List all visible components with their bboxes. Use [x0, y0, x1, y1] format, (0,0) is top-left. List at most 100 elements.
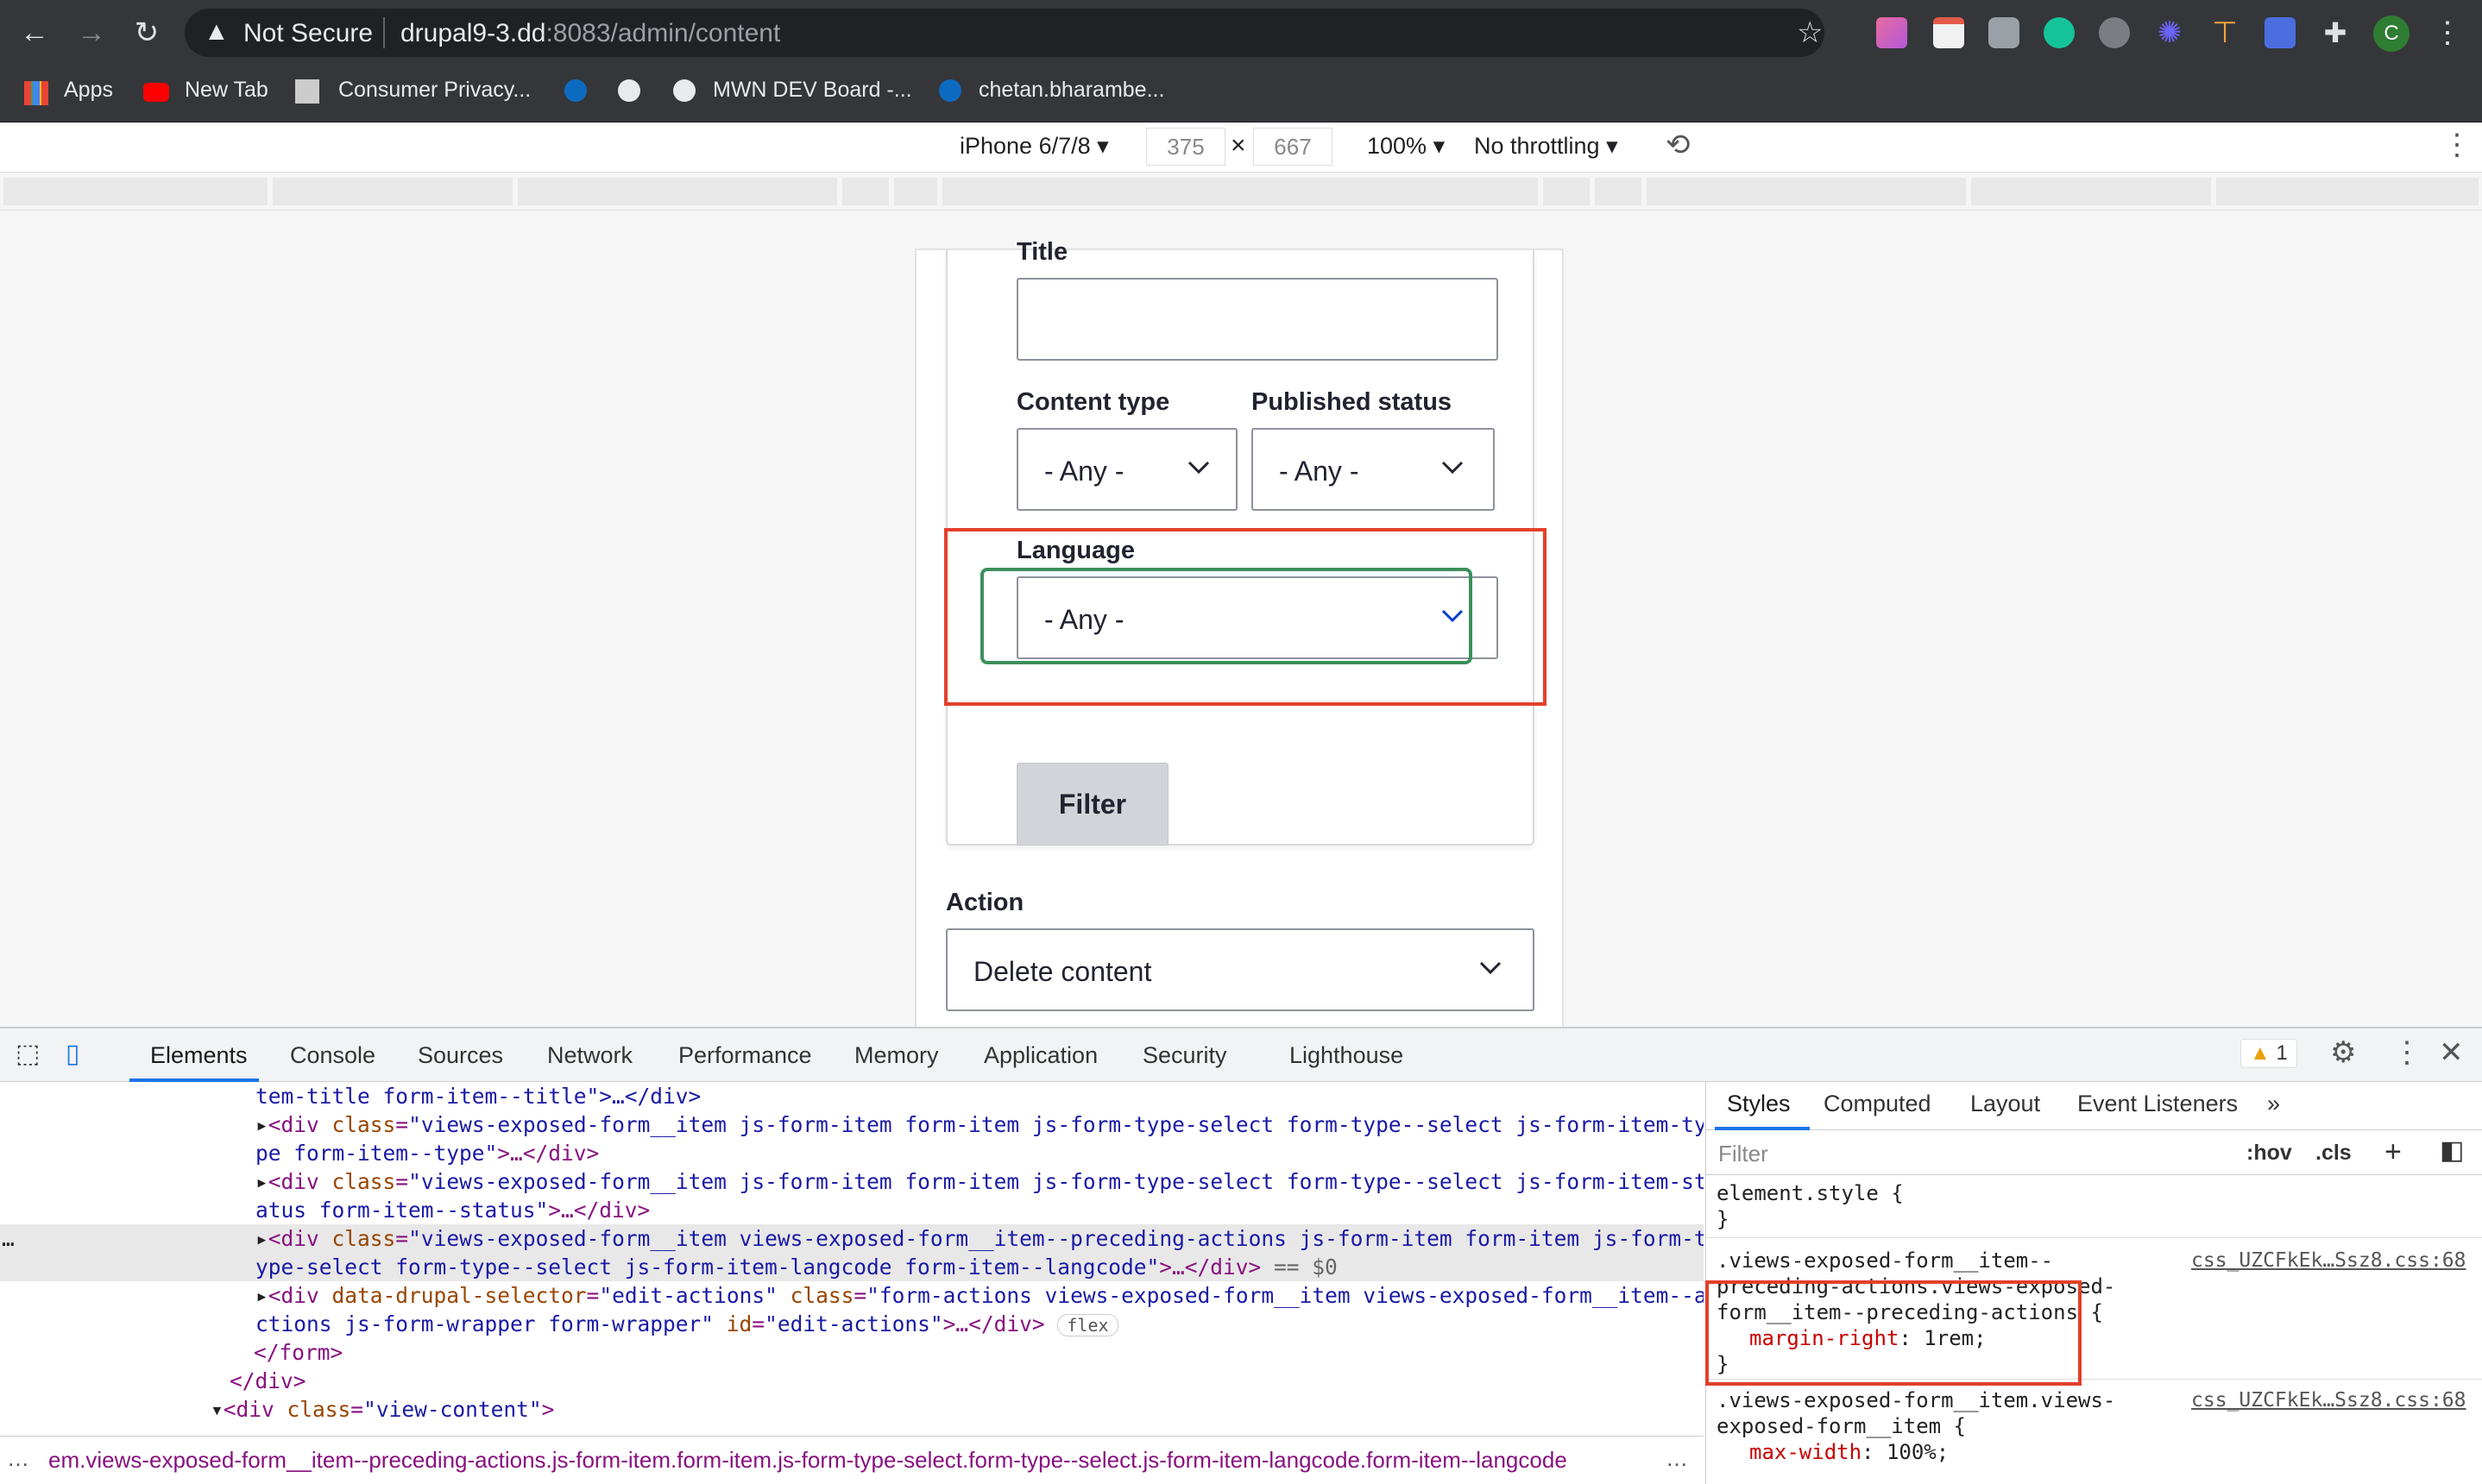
forward-arrow-icon[interactable]: → [71, 12, 112, 53]
bookmark-chetan[interactable]: chetan.bharambe... [979, 78, 1164, 103]
bookmark-mwn-dev-board[interactable]: MWN DEV Board -... [713, 78, 912, 103]
close-icon[interactable]: ✕ [2439, 1035, 2464, 1070]
media-query-segment[interactable] [1971, 178, 2211, 205]
dom-line[interactable]: </form> [0, 1338, 1704, 1367]
warnings-badge[interactable]: ▲ 1 [2240, 1039, 2297, 1068]
tab-computed[interactable]: Computed [1824, 1091, 1931, 1117]
filter-button[interactable]: Filter [1017, 763, 1169, 846]
cls-toggle[interactable]: .cls [2315, 1141, 2352, 1166]
extension-calendar-icon[interactable] [1933, 17, 1964, 48]
tab-memory[interactable]: Memory [854, 1042, 939, 1069]
bookmark-new-tab[interactable]: New Tab [185, 78, 268, 103]
devtools-menu-icon[interactable]: ⋮ [2392, 1035, 2422, 1070]
tab-event-listeners[interactable]: Event Listeners [2077, 1091, 2238, 1117]
expand-arrow-icon[interactable]: ▸ [255, 1112, 268, 1137]
media-query-bar[interactable] [0, 173, 2482, 211]
dom-breadcrumb[interactable]: … em.views-exposed-form__item--preceding… [0, 1436, 1704, 1484]
extension-camera-icon[interactable] [1988, 17, 2019, 48]
bookmark-consumer-privacy[interactable]: Consumer Privacy... [338, 78, 531, 103]
dom-line[interactable]: tem-title form-item--title">…</div> [0, 1082, 1704, 1110]
extension-card-icon[interactable] [2265, 17, 2296, 48]
bookmark-apps[interactable]: Apps [64, 78, 113, 103]
profile-avatar[interactable]: C [2373, 16, 2410, 52]
browser-menu-icon[interactable]: ⋮ [2427, 12, 2468, 53]
device-toggle-icon[interactable]: ▯ [66, 1039, 80, 1069]
media-query-segment[interactable] [273, 178, 513, 205]
drupal-icon[interactable] [564, 79, 587, 102]
device-menu-icon[interactable]: ⋮ [2442, 128, 2472, 162]
expand-arrow-icon[interactable]: ▸ [255, 1226, 268, 1251]
css-declaration[interactable]: max-width: 100%; [1749, 1439, 1949, 1465]
more-tabs-icon[interactable]: » [2267, 1091, 2280, 1117]
hov-toggle[interactable]: :hov [2246, 1141, 2292, 1166]
element-style-open[interactable]: element.style { [1717, 1180, 1904, 1206]
extensions-puzzle-icon[interactable]: ✚ [2320, 17, 2351, 48]
rule-source-link[interactable]: css_UZCFkEk…Ssz8.css:68 [2191, 1249, 2466, 1272]
media-query-segment[interactable] [942, 178, 1538, 205]
address-bar[interactable]: ▲ Not Secure drupal9-3.dd:8083/admin/con… [185, 9, 1824, 57]
tab-console[interactable]: Console [290, 1042, 375, 1069]
sidebar-toggle-icon[interactable]: ◧ [2440, 1135, 2464, 1166]
dom-line[interactable]: ▸<div data-drupal-selector="edit-actions… [0, 1281, 1704, 1310]
dom-line[interactable]: </div> [0, 1367, 1704, 1395]
dom-line[interactable]: ▸<div class="views-exposed-form__item js… [0, 1167, 1704, 1196]
media-query-segment[interactable] [518, 178, 837, 205]
device-height-input[interactable]: 667 [1253, 128, 1332, 166]
extension-hammer-icon[interactable]: ⊤ [2209, 17, 2240, 48]
expand-arrow-icon[interactable]: ▸ [255, 1283, 268, 1308]
rule-selector[interactable]: .views-exposed-form__item-- [1717, 1248, 2053, 1273]
more-dots-icon[interactable]: … [1666, 1445, 1688, 1472]
settings-gear-icon[interactable]: ⚙ [2330, 1035, 2356, 1070]
inspect-element-icon[interactable]: ⬚ [16, 1039, 40, 1069]
device-width-input[interactable]: 375 [1146, 128, 1225, 166]
media-query-segment[interactable] [1543, 178, 1590, 205]
title-input[interactable] [1017, 278, 1498, 361]
back-arrow-icon[interactable]: ← [14, 12, 55, 53]
tab-lighthouse[interactable]: Lighthouse [1289, 1042, 1403, 1069]
extension-gradient-icon[interactable] [1876, 17, 1907, 48]
rotate-icon[interactable]: ⟲ [1666, 128, 1691, 162]
flex-badge[interactable]: flex [1057, 1314, 1118, 1336]
rule-selector[interactable]: exposed-form__item { [1717, 1413, 1966, 1439]
extension-star-icon[interactable]: ✺ [2154, 17, 2185, 48]
throttle-select[interactable]: No throttling ▾ [1474, 133, 1618, 160]
tab-sources[interactable]: Sources [418, 1042, 503, 1069]
content-type-select[interactable]: - Any - [1017, 428, 1238, 511]
globe-icon[interactable] [618, 79, 640, 102]
media-query-segment[interactable] [842, 178, 889, 205]
expand-arrow-icon[interactable]: ▸ [255, 1169, 268, 1194]
tab-layout[interactable]: Layout [1970, 1091, 2040, 1117]
media-query-segment[interactable] [1647, 178, 1966, 205]
media-query-segment[interactable] [1595, 178, 1641, 205]
reload-icon[interactable]: ↻ [126, 12, 167, 53]
more-dots-icon[interactable]: … [2, 1224, 15, 1253]
tab-elements[interactable]: Elements [150, 1042, 248, 1069]
tab-styles[interactable]: Styles [1727, 1091, 1791, 1117]
dom-line-selected[interactable]: … ▸<div class="views-exposed-form__item v… [0, 1224, 1704, 1253]
media-query-segment[interactable] [3, 178, 268, 205]
dom-tree[interactable]: tem-title form-item--title">…</div> ▸<di… [0, 1082, 1704, 1436]
more-dots-icon[interactable]: … [7, 1445, 29, 1472]
dom-line[interactable]: ▾<div class="view-content"> [0, 1395, 1704, 1424]
device-select[interactable]: iPhone 6/7/8 ▾ [960, 133, 1109, 160]
rule-selector[interactable]: .views-exposed-form__item.views- [1717, 1387, 2115, 1413]
tab-network[interactable]: Network [547, 1042, 633, 1069]
tab-application[interactable]: Application [984, 1042, 1098, 1069]
tab-performance[interactable]: Performance [678, 1042, 812, 1069]
styles-filter-input[interactable]: Filter [1718, 1141, 1768, 1167]
media-query-segment[interactable] [2216, 178, 2479, 205]
collapse-arrow-icon[interactable]: ▾ [211, 1397, 224, 1422]
published-status-select[interactable]: - Any - [1251, 428, 1495, 511]
extension-w-icon[interactable] [2099, 17, 2130, 48]
tab-security[interactable]: Security [1143, 1042, 1227, 1069]
extension-grammarly-icon[interactable] [2044, 17, 2075, 48]
breadcrumb-path[interactable]: em.views-exposed-form__item--preceding-a… [48, 1447, 1567, 1474]
rule-source-link[interactable]: css_UZCFkEk…Ssz8.css:68 [2191, 1389, 2466, 1412]
dom-line[interactable]: ▸<div class="views-exposed-form__item js… [0, 1110, 1704, 1139]
dom-line-selected[interactable]: ype-select form-type--select js-form-ite… [0, 1253, 1704, 1281]
bookmark-star-icon[interactable]: ☆ [1797, 16, 1823, 50]
action-select[interactable]: Delete content [946, 928, 1534, 1011]
new-rule-icon[interactable]: + [2384, 1135, 2402, 1169]
zoom-select[interactable]: 100% ▾ [1367, 133, 1445, 160]
media-query-segment[interactable] [894, 178, 937, 205]
